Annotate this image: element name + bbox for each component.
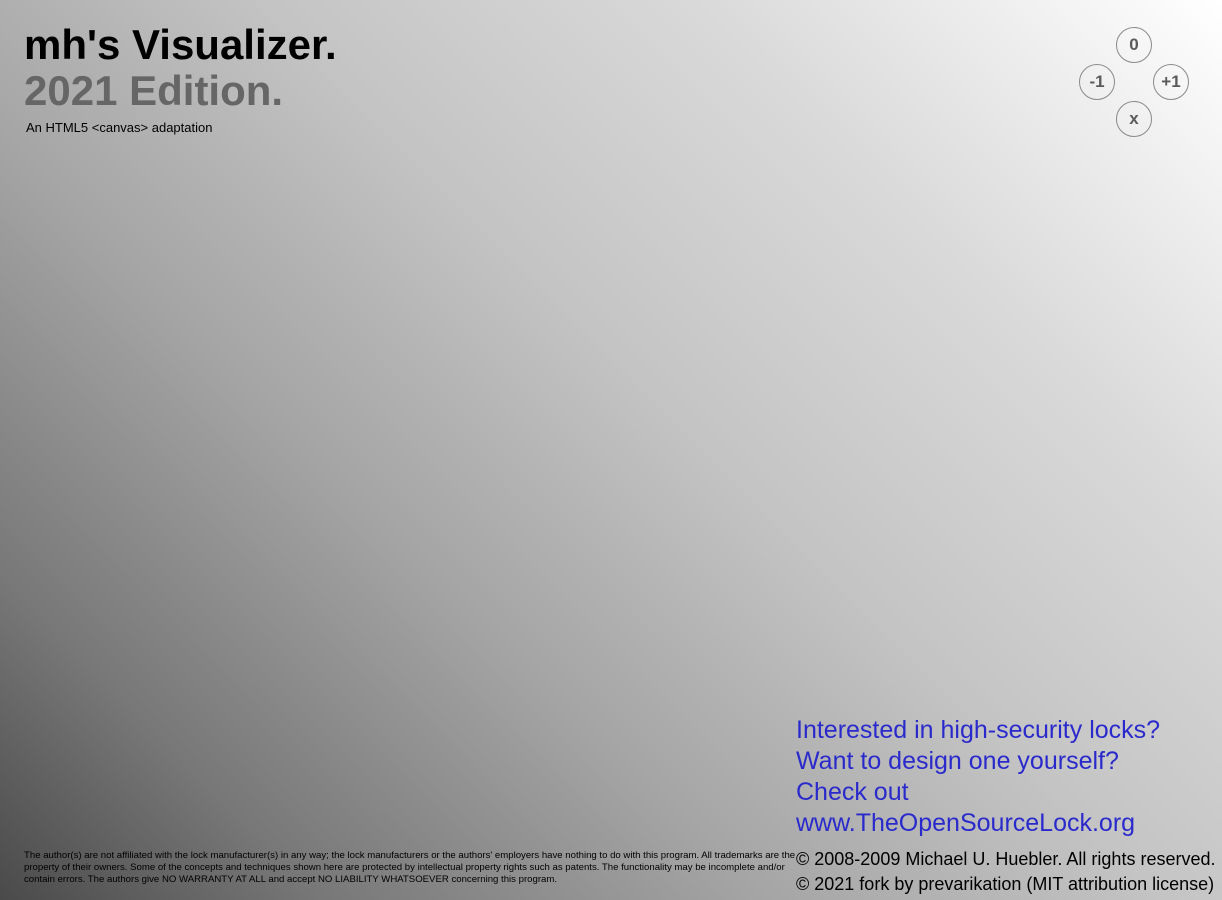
copyright-line-2: © 2021 fork by prevarikation (MIT attrib… xyxy=(796,874,1215,894)
reset-button[interactable]: 0 xyxy=(1116,27,1152,63)
copyright-line-1: © 2008-2009 Michael U. Huebler. All righ… xyxy=(796,849,1216,869)
open-source-lock-link[interactable]: www.TheOpenSourceLock.org xyxy=(796,808,1160,839)
promo-line-3: Check out xyxy=(796,778,909,806)
disclaimer-text: The author(s) are not affiliated with th… xyxy=(24,850,796,885)
app-tagline: An HTML5 <canvas> adaptation xyxy=(26,120,213,135)
promo-block: Interested in high-security locks? Want … xyxy=(796,715,1160,839)
decrement-button[interactable]: -1 xyxy=(1079,64,1115,100)
increment-button[interactable]: +1 xyxy=(1153,64,1189,100)
header: mh's Visualizer. 2021 Edition. An HTML5 … xyxy=(24,21,337,136)
copyright-block: © 2008-2009 Michael U. Huebler. All righ… xyxy=(796,847,1215,897)
promo-line-2: Want to design one yourself? xyxy=(796,747,1119,775)
promo-line-1: Interested in high-security locks? xyxy=(796,716,1161,744)
close-button[interactable]: x xyxy=(1116,101,1152,137)
app-subtitle: 2021 Edition. xyxy=(24,67,284,114)
app-title: mh's Visualizer. xyxy=(24,21,337,68)
